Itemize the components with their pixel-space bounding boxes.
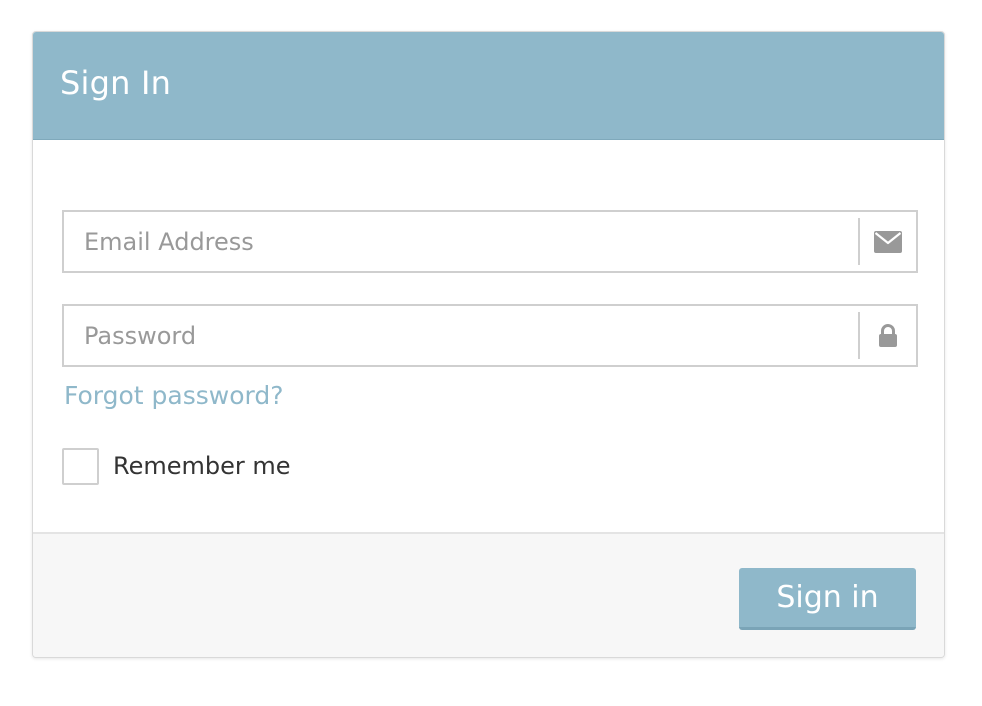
email-input-group <box>62 210 918 273</box>
password-addon <box>858 312 916 359</box>
password-input-group <box>62 304 918 367</box>
remember-me-checkbox[interactable] <box>62 448 99 485</box>
card-header: Sign In <box>33 32 944 140</box>
sign-in-card: Sign In Forgot password? Remember me Sig… <box>32 31 945 658</box>
email-input[interactable] <box>64 212 858 271</box>
email-addon <box>858 218 916 265</box>
card-footer: Sign in <box>33 532 944 657</box>
password-input[interactable] <box>64 306 858 365</box>
remember-me-label[interactable]: Remember me <box>113 452 291 480</box>
sign-in-button[interactable]: Sign in <box>739 568 916 630</box>
lock-icon <box>879 323 897 347</box>
forgot-password-link[interactable]: Forgot password? <box>64 381 284 410</box>
envelope-icon <box>874 230 902 253</box>
page-title: Sign In <box>60 64 172 102</box>
